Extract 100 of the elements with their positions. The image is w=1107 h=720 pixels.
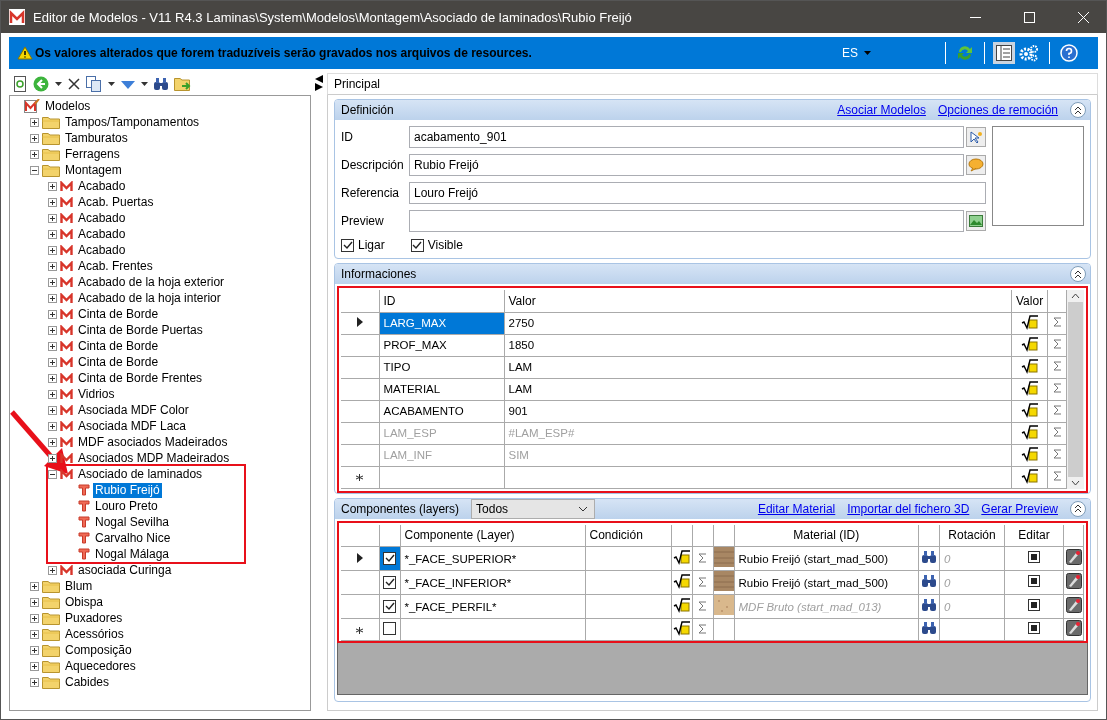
tree-item[interactable]: Nogal Málaga (93, 546, 172, 562)
expand-icon[interactable] (30, 645, 39, 655)
tree-item[interactable]: Cabides (63, 674, 112, 690)
table-cell[interactable]: 901 (504, 400, 1012, 422)
expand-icon[interactable] (30, 613, 39, 623)
text-field[interactable]: Rubio Freijó (409, 154, 964, 176)
tree-item[interactable]: Vidrios (76, 386, 117, 402)
scroll-up-icon[interactable] (1071, 293, 1080, 299)
tree-item[interactable]: Aquecedores (63, 658, 138, 674)
language-dropdown[interactable]: ES (836, 45, 877, 61)
sum-icon[interactable] (1052, 449, 1062, 459)
collapse-button[interactable] (1070, 102, 1086, 118)
back-icon[interactable] (33, 76, 49, 92)
table-cell[interactable]: Rubio Freijó (start_mad_500) (734, 570, 919, 595)
expand-icon[interactable] (48, 181, 57, 191)
expand-icon[interactable] (48, 405, 57, 415)
settings-button[interactable] (1017, 42, 1041, 64)
tree-item[interactable]: Asociados MDP Madeirados (76, 450, 232, 466)
edit-material-icon[interactable] (1065, 597, 1082, 613)
column-header[interactable]: Valor (504, 290, 1012, 312)
edit-square-icon[interactable] (1028, 551, 1040, 563)
binoculars-icon[interactable] (154, 78, 168, 90)
tree-item[interactable]: Puxadores (63, 610, 125, 626)
column-header[interactable]: Componente (Layer) (400, 524, 585, 547)
tree-item[interactable]: asociada Curinga (76, 562, 174, 578)
caret-icon[interactable] (141, 82, 148, 86)
expand-icon[interactable] (30, 149, 39, 159)
help-button[interactable] (1058, 42, 1080, 64)
formula-icon[interactable] (1020, 445, 1039, 462)
checkbox[interactable] (341, 238, 354, 252)
tree-item[interactable]: Acab. Frentes (76, 258, 155, 274)
tree-item[interactable]: Acab. Puertas (76, 194, 156, 210)
link[interactable]: Editar Material (757, 501, 836, 516)
tree-item[interactable]: Montagem (63, 162, 124, 178)
expand-icon[interactable] (48, 389, 57, 399)
link[interactable]: Asociar Modelos (837, 103, 926, 117)
expand-icon[interactable] (48, 453, 57, 463)
text-field[interactable]: acabamento_901 (409, 126, 964, 148)
formula-icon[interactable] (672, 573, 691, 589)
edit-square-icon[interactable] (1028, 622, 1040, 634)
collapse-icon[interactable] (30, 165, 39, 175)
table-cell[interactable]: Rubio Freijó (start_mad_500) (734, 546, 919, 571)
formula-icon[interactable] (672, 549, 691, 565)
expand-icon[interactable] (48, 357, 57, 367)
checkbox[interactable] (383, 599, 396, 613)
formula-icon[interactable] (1020, 423, 1039, 440)
binoculars-icon[interactable] (922, 551, 936, 563)
expand-icon[interactable] (48, 341, 57, 351)
expand-icon[interactable] (30, 661, 39, 671)
checkbox[interactable] (410, 238, 424, 252)
expand-icon[interactable] (48, 197, 57, 207)
tree-item[interactable]: Cinta de Borde Frentes (76, 370, 205, 386)
sum-icon[interactable] (1052, 405, 1062, 415)
tree-item[interactable]: Cinta de Borde Puertas (76, 322, 205, 338)
link[interactable]: Gerar Preview (981, 501, 1058, 516)
expand-right-icon[interactable] (315, 83, 323, 91)
expand-icon[interactable] (48, 293, 57, 303)
collapse-icon[interactable] (48, 469, 57, 479)
image-button[interactable] (966, 211, 986, 231)
checkbox[interactable] (383, 575, 396, 589)
formula-icon[interactable] (1020, 335, 1039, 352)
scroll-down-icon[interactable] (1071, 479, 1080, 486)
scrollbar[interactable] (1067, 290, 1084, 489)
sum-icon[interactable] (1052, 317, 1062, 327)
tree-item[interactable]: Ferragens (63, 146, 122, 162)
tree-item[interactable]: Tampos/Tamponamentos (63, 114, 202, 130)
column-header[interactable]: Rotación (939, 524, 1005, 547)
expand-icon[interactable] (30, 629, 39, 639)
link[interactable]: Opciones de remoción (937, 103, 1058, 117)
expand-icon[interactable] (48, 277, 57, 287)
pick-button[interactable] (966, 127, 986, 147)
expand-icon[interactable] (48, 261, 57, 271)
tree-item[interactable]: Blum (63, 578, 95, 594)
expand-icon[interactable] (48, 565, 57, 575)
expand-icon[interactable] (48, 245, 57, 255)
edit-material-icon[interactable] (1065, 573, 1082, 589)
tree-item[interactable]: Acabado (76, 242, 128, 258)
sum-icon[interactable] (1052, 471, 1062, 481)
tree-item[interactable]: Tamburatos (63, 130, 130, 146)
sum-icon[interactable] (1052, 361, 1062, 371)
copy-icon[interactable] (86, 76, 102, 92)
collapse-left-icon[interactable] (315, 75, 323, 83)
tree-item[interactable]: Composição (63, 642, 134, 658)
expand-icon[interactable] (48, 421, 57, 431)
table-cell[interactable]: 1850 (504, 334, 1012, 356)
expand-icon[interactable] (30, 677, 39, 687)
collapse-button[interactable] (1070, 266, 1086, 282)
expand-icon[interactable] (48, 373, 57, 383)
text-field[interactable]: Louro Freijó (409, 182, 986, 204)
down-arrow-icon[interactable] (121, 78, 135, 90)
expand-icon[interactable] (48, 309, 57, 319)
checkbox[interactable] (383, 551, 396, 565)
tree-item[interactable]: Cinta de Borde (76, 338, 161, 354)
expand-icon[interactable] (48, 229, 57, 239)
tree-item[interactable]: Cinta de Borde (76, 306, 161, 322)
column-header[interactable]: Editar (1004, 524, 1064, 547)
table-cell[interactable]: 2750 (504, 312, 1012, 334)
delete-icon[interactable] (68, 78, 80, 90)
checkbox[interactable] (383, 621, 396, 635)
refresh-document-icon[interactable] (13, 76, 27, 92)
